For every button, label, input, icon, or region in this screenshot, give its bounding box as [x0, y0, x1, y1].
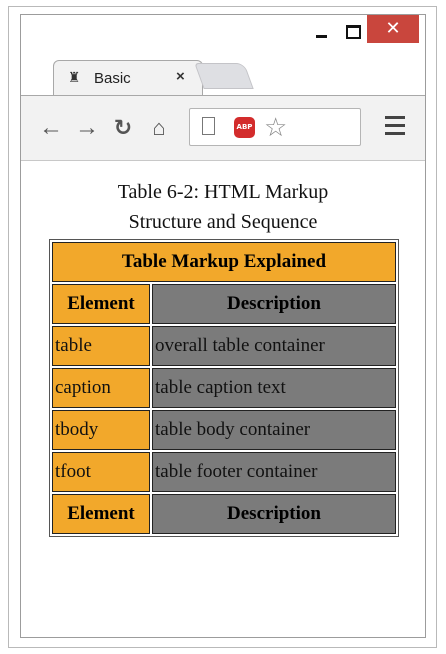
header-element: Element	[52, 284, 150, 324]
table-caption: Table 6-2: HTML Markup Structure and Seq…	[41, 177, 405, 237]
tab-basic[interactable]: ♜ Basic ×	[53, 60, 203, 96]
page-icon	[202, 117, 215, 135]
table-row: tfoot table footer container	[52, 452, 396, 492]
minimize-button[interactable]	[305, 15, 335, 45]
cell-element: tbody	[52, 410, 150, 450]
caption-line-2: Structure and Sequence	[128, 211, 318, 233]
bookmark-star-icon[interactable]: ☆	[264, 111, 287, 143]
cell-element: table	[52, 326, 150, 366]
cell-description: table footer container	[152, 452, 396, 492]
toolbar: ← → ↻ ⌂ ABP ☆	[21, 95, 425, 161]
page-favicon-icon: ♜	[67, 69, 81, 85]
header-description: Description	[152, 284, 396, 324]
footer-element: Element	[52, 494, 150, 534]
browser-window: ✕ ♜ Basic × ← → ↻ ⌂ ABP ☆ Table 6-2: HTM…	[20, 14, 426, 638]
home-icon[interactable]: ⌂	[145, 112, 173, 144]
cell-element: tfoot	[52, 452, 150, 492]
footer-description: Description	[152, 494, 396, 534]
table-title-row: Table Markup Explained	[52, 242, 396, 282]
table-title: Table Markup Explained	[52, 242, 396, 282]
table-header-row: Element Description	[52, 284, 396, 324]
markup-table: Table Markup Explained Element Descripti…	[49, 239, 399, 537]
cell-description: overall table container	[152, 326, 396, 366]
new-tab-button[interactable]	[194, 63, 254, 89]
cell-element: caption	[52, 368, 150, 408]
cell-description: table caption text	[152, 368, 396, 408]
tab-close-icon[interactable]: ×	[176, 68, 185, 85]
menu-icon[interactable]	[385, 116, 405, 138]
caption-line-1: Table 6-2: HTML Markup	[117, 181, 329, 203]
table-row: tbody table body container	[52, 410, 396, 450]
table-footer-row: Element Description	[52, 494, 396, 534]
forward-arrow-icon[interactable]: →	[73, 112, 101, 144]
page-content: Table 6-2: HTML Markup Structure and Seq…	[21, 161, 425, 637]
reload-icon[interactable]: ↻	[109, 112, 137, 144]
adblock-icon[interactable]: ABP	[234, 117, 255, 138]
maximize-button[interactable]	[335, 15, 371, 45]
cell-description: table body container	[152, 410, 396, 450]
table-row: table overall table container	[52, 326, 396, 366]
back-arrow-icon[interactable]: ←	[37, 112, 65, 144]
title-bar: ✕ ♜ Basic ×	[21, 15, 425, 96]
address-bar[interactable]: ABP ☆	[189, 108, 361, 146]
table-row: caption table caption text	[52, 368, 396, 408]
tab-title: Basic	[94, 70, 131, 87]
close-button[interactable]: ✕	[367, 15, 419, 43]
